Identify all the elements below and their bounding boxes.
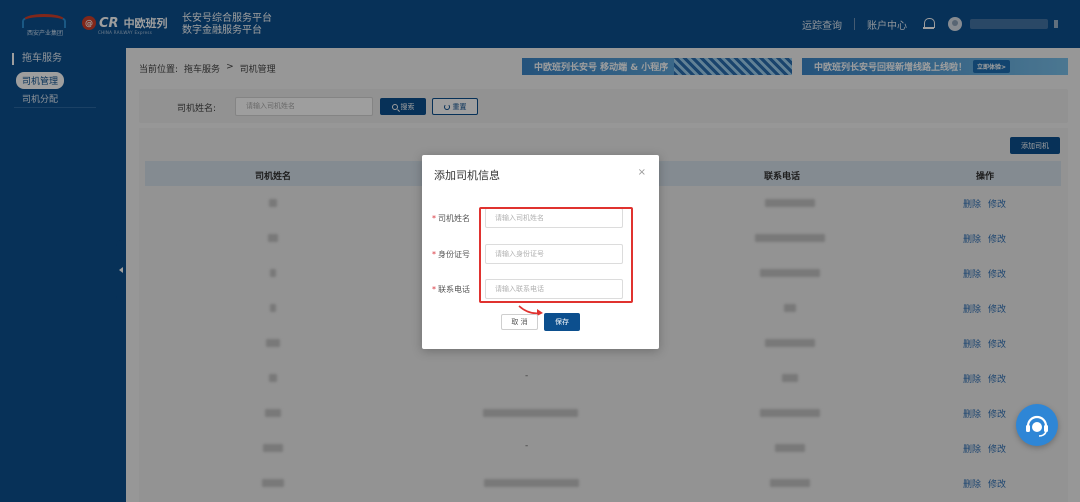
required-mark: * — [432, 285, 436, 294]
required-mark: * — [432, 214, 436, 223]
dialog-title: 添加司机信息 — [434, 169, 500, 182]
field-label-phone-text: 联系电话 — [438, 285, 470, 294]
field-label-driver-name-text: 司机姓名 — [438, 214, 470, 223]
required-mark: * — [432, 250, 436, 259]
support-icon — [1026, 415, 1048, 437]
field-label-id-number: * 身份证号 — [432, 249, 470, 260]
field-label-id-number-text: 身份证号 — [438, 250, 470, 259]
customer-support-button[interactable] — [1016, 404, 1058, 446]
cancel-button[interactable]: 取 消 — [501, 314, 538, 330]
close-icon[interactable]: × — [638, 167, 646, 178]
save-button[interactable]: 保存 — [544, 313, 580, 331]
field-label-phone: * 联系电话 — [432, 284, 470, 295]
field-label-driver-name: * 司机姓名 — [432, 213, 470, 224]
add-driver-dialog: 添加司机信息 × * 司机姓名 请输入司机姓名 * 身份证号 请输入身份证号 * 联系… — [422, 155, 659, 349]
annotation-highlight-box — [479, 207, 633, 303]
